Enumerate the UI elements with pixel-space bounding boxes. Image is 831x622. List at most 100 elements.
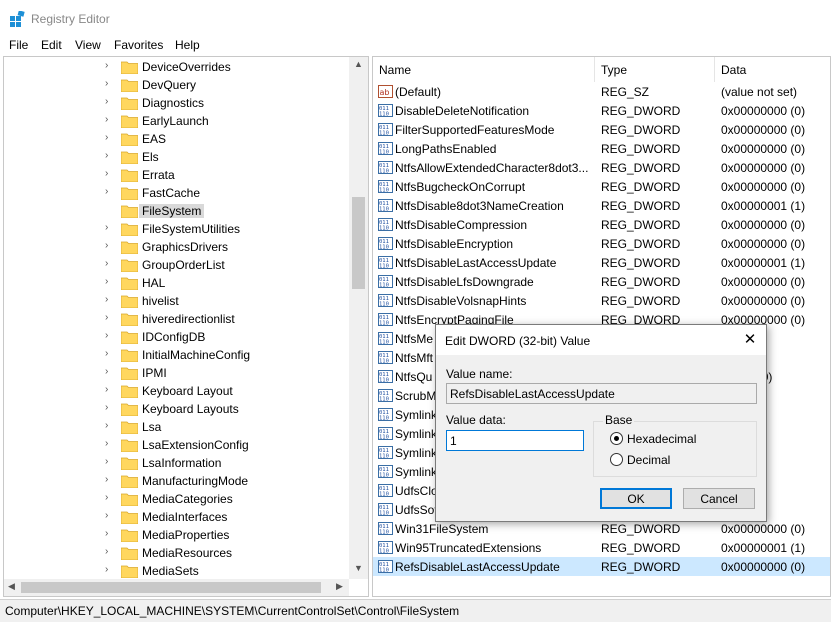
chevron-right-icon[interactable]: › (105, 240, 108, 251)
tree-item[interactable]: › Diagnostics (4, 94, 353, 112)
tree-item[interactable]: › Lsa (4, 418, 353, 436)
list-item[interactable]: 011 110 NtfsAllowExtendedCharacter8dot3...… (373, 158, 830, 177)
tree-item[interactable]: › FastCache (4, 184, 353, 202)
ok-button[interactable]: OK (600, 488, 672, 509)
scroll-thumb[interactable] (352, 197, 365, 289)
chevron-right-icon[interactable]: › (105, 276, 108, 287)
hexadecimal-radio[interactable] (610, 432, 623, 445)
chevron-right-icon[interactable]: › (105, 402, 108, 413)
chevron-right-icon[interactable]: › (105, 438, 108, 449)
tree-item[interactable]: › InitialMachineConfig (4, 346, 353, 364)
chevron-right-icon[interactable]: › (105, 168, 108, 179)
list-item[interactable]: 011 110 NtfsDisableLastAccessUpdate REG_DWO… (373, 253, 830, 272)
chevron-right-icon[interactable]: › (105, 294, 108, 305)
chevron-right-icon[interactable]: › (105, 60, 108, 71)
tree-item[interactable]: › hiveredirectionlist (4, 310, 353, 328)
chevron-right-icon[interactable]: › (105, 492, 108, 503)
tree-item[interactable]: FileSystem (4, 202, 353, 220)
tree-item[interactable]: › LsaInformation (4, 454, 353, 472)
list-item[interactable]: 011 110 NtfsDisableLfsDowngrade REG_DWORD 0x… (373, 272, 830, 291)
chevron-right-icon[interactable]: › (105, 384, 108, 395)
tree-item[interactable]: › MediaCategories (4, 490, 353, 508)
tree-item[interactable]: › IDConfigDB (4, 328, 353, 346)
list-item[interactable]: ab (Default) REG_SZ (value not set) (373, 82, 830, 101)
chevron-right-icon[interactable]: › (105, 474, 108, 485)
list-item[interactable]: 011 110 DisableDeleteNotification REG_DWORD… (373, 101, 830, 120)
chevron-right-icon[interactable]: › (105, 132, 108, 143)
scroll-left-icon[interactable]: ◀ (8, 581, 15, 592)
chevron-right-icon[interactable]: › (105, 258, 108, 269)
decimal-label[interactable]: Decimal (627, 453, 670, 467)
chevron-right-icon[interactable]: › (105, 546, 108, 557)
chevron-right-icon[interactable]: › (105, 528, 108, 539)
chevron-right-icon[interactable]: › (105, 348, 108, 359)
chevron-right-icon[interactable]: › (105, 510, 108, 521)
scroll-thumb[interactable] (21, 582, 321, 593)
tree-item[interactable]: › Keyboard Layout (4, 382, 353, 400)
list-item[interactable]: 011 110 FilterSupportedFeaturesMode REG_DWO… (373, 120, 830, 139)
tree-item[interactable]: › hivelist (4, 292, 353, 310)
chevron-right-icon[interactable]: › (105, 330, 108, 341)
list-item[interactable]: 011 110 NtfsDisableEncryption REG_DWORD 0x00… (373, 234, 830, 253)
scroll-down-icon[interactable]: ▼ (354, 563, 363, 573)
hexadecimal-label[interactable]: Hexadecimal (627, 432, 696, 446)
decimal-radio[interactable] (610, 453, 623, 466)
chevron-right-icon[interactable]: › (105, 78, 108, 89)
tree-item[interactable]: › MediaResources (4, 544, 353, 562)
chevron-right-icon[interactable]: › (105, 420, 108, 431)
tree-item[interactable]: › EAS (4, 130, 353, 148)
list-item[interactable]: 011 110 RefsDisableLastAccessUpdate REG_DWO… (373, 557, 830, 576)
tree-item[interactable]: › HAL (4, 274, 353, 292)
list-item[interactable]: 011 110 Win95TruncatedExtensions REG_DWORD 0… (373, 538, 830, 557)
menu-help[interactable]: Help (175, 38, 200, 52)
tree-item[interactable]: › ManufacturingMode (4, 472, 353, 490)
tree-item[interactable]: › MediaInterfaces (4, 508, 353, 526)
binary-value-icon: 011110 (378, 541, 393, 554)
tree-item[interactable]: › MediaProperties (4, 526, 353, 544)
menu-favorites[interactable]: Favorites (114, 38, 163, 52)
tree-item[interactable]: › GraphicsDrivers (4, 238, 353, 256)
chevron-right-icon[interactable]: › (105, 312, 108, 323)
column-header-data[interactable]: Data (715, 57, 830, 82)
tree-item[interactable]: › IPMI (4, 364, 353, 382)
tree-vertical-scrollbar[interactable]: ▲ ▼ (349, 57, 368, 579)
tree-item[interactable]: › FileSystemUtilities (4, 220, 353, 238)
column-header-type[interactable]: Type (595, 57, 715, 82)
tree-item[interactable]: › Keyboard Layouts (4, 400, 353, 418)
chevron-right-icon[interactable]: › (105, 456, 108, 467)
key-tree[interactable]: › DeviceOverrides › DevQuery › Diagnostics › Ea… (3, 56, 369, 597)
list-item[interactable]: 011 110 NtfsDisable8dot3NameCreation REG_DW… (373, 196, 830, 215)
list-item[interactable]: 011 110 NtfsDisableVolsnapHints REG_DWORD 0x… (373, 291, 830, 310)
column-header-name[interactable]: Name (373, 57, 595, 82)
tree-item[interactable]: › DeviceOverrides (4, 58, 353, 76)
chevron-right-icon[interactable]: › (105, 150, 108, 161)
chevron-right-icon[interactable]: › (105, 366, 108, 377)
close-icon[interactable]: ✕ (740, 330, 760, 350)
tree-item[interactable]: › Errata (4, 166, 353, 184)
chevron-right-icon[interactable]: › (105, 564, 108, 575)
folder-icon (121, 367, 138, 380)
menu-edit[interactable]: Edit (41, 38, 62, 52)
cancel-button[interactable]: Cancel (683, 488, 755, 509)
list-item[interactable]: 011 110 NtfsBugcheckOnCorrupt REG_DWORD 0x00… (373, 177, 830, 196)
chevron-right-icon[interactable]: › (105, 114, 108, 125)
menu-file[interactable]: File (9, 38, 28, 52)
menu-view[interactable]: View (75, 38, 101, 52)
tree-horizontal-scrollbar[interactable]: ◀ ▶ (4, 579, 349, 596)
tree-item[interactable]: › LsaExtensionConfig (4, 436, 353, 454)
chevron-right-icon[interactable]: › (105, 96, 108, 107)
tree-item[interactable]: › DevQuery (4, 76, 353, 94)
scroll-up-icon[interactable]: ▲ (354, 59, 363, 69)
value-data-input[interactable]: 1 (446, 430, 584, 451)
value-name: LongPathsEnabled (395, 142, 497, 156)
tree-item[interactable]: › EarlyLaunch (4, 112, 353, 130)
tree-item[interactable]: › MediaSets (4, 562, 353, 580)
tree-item[interactable]: › GroupOrderList (4, 256, 353, 274)
chevron-right-icon[interactable]: › (105, 186, 108, 197)
list-item[interactable]: 011 110 LongPathsEnabled REG_DWORD 0x0000000… (373, 139, 830, 158)
scroll-right-icon[interactable]: ▶ (336, 581, 343, 592)
list-item[interactable]: 011 110 NtfsDisableCompression REG_DWORD 0x0… (373, 215, 830, 234)
chevron-right-icon[interactable]: › (105, 222, 108, 233)
tree-item-label: GroupOrderList (142, 258, 225, 272)
tree-item[interactable]: › Els (4, 148, 353, 166)
